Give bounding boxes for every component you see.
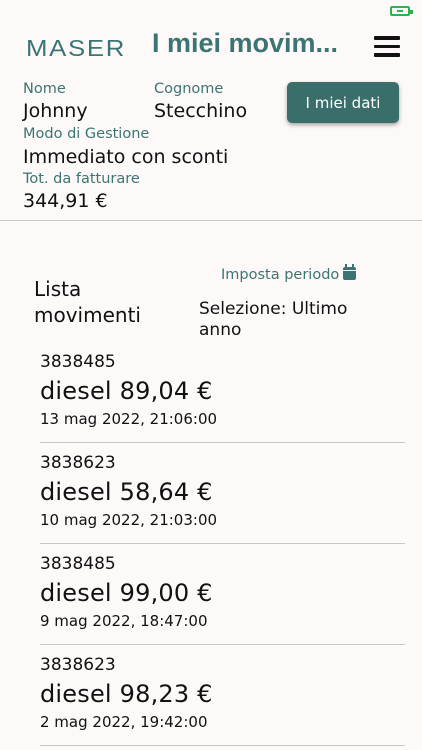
movement-date: 9 mag 2022, 18:47:00 (40, 612, 208, 630)
maser-logo: MASER (26, 35, 127, 61)
movement-item[interactable]: 3838623 diesel 98,23 € 2 mag 2022, 19:42… (40, 645, 405, 746)
movement-id: 3838623 (40, 453, 116, 473)
selection-text: Selezione: Ultimo anno (199, 299, 348, 340)
movement-item[interactable]: 3838485 diesel 89,04 € 13 mag 2022, 21:0… (40, 342, 405, 443)
total-label: Tot. da fatturare (23, 171, 140, 187)
surname-value: Stecchino (154, 100, 248, 122)
movement-amount: diesel 99,00 € (40, 579, 213, 607)
movement-date: 13 mag 2022, 21:06:00 (40, 410, 218, 428)
movement-id: 3838485 (40, 352, 116, 372)
movement-date: 10 mag 2022, 21:03:00 (40, 511, 218, 529)
list-title: Lista movimenti (34, 276, 141, 328)
hamburger-menu-icon[interactable] (374, 36, 400, 58)
set-period-label: Imposta periodo (221, 267, 340, 283)
name-value: Johnny (23, 100, 88, 122)
section-divider (0, 220, 422, 221)
management-value: Immediato con sconti (23, 146, 229, 168)
surname-label: Cognome (154, 81, 224, 97)
movement-item[interactable]: 3838485 diesel 99,00 € 9 mag 2022, 18:47… (40, 544, 405, 645)
management-label: Modo di Gestione (23, 126, 150, 142)
movements-list: 3838485 diesel 89,04 € 13 mag 2022, 21:0… (0, 342, 422, 746)
list-title-line1: Lista (34, 277, 82, 301)
movement-id: 3838623 (40, 655, 116, 675)
movement-id: 3838485 (40, 554, 116, 574)
movement-date: 2 mag 2022, 19:42:00 (40, 713, 208, 731)
total-value: 344,91 € (23, 190, 108, 212)
app-header: MASER I miei movim... (0, 22, 422, 74)
list-title-line2: movimenti (34, 303, 141, 327)
name-label: Nome (23, 81, 66, 97)
movement-item[interactable]: 3838623 diesel 58,64 € 10 mag 2022, 21:0… (40, 443, 405, 544)
status-bar (0, 0, 422, 22)
profile-summary: Nome Johnny Cognome Stecchino I miei dat… (0, 80, 422, 220)
calendar-icon (343, 264, 357, 280)
battery-icon (390, 6, 413, 16)
movement-amount: diesel 98,23 € (40, 680, 213, 708)
set-period-button[interactable]: Imposta periodo (221, 264, 357, 283)
movement-amount: diesel 89,04 € (40, 377, 213, 405)
movement-amount: diesel 58,64 € (40, 478, 213, 506)
page-title: I miei movim... (152, 28, 339, 58)
my-data-button[interactable]: I miei dati (287, 82, 399, 123)
